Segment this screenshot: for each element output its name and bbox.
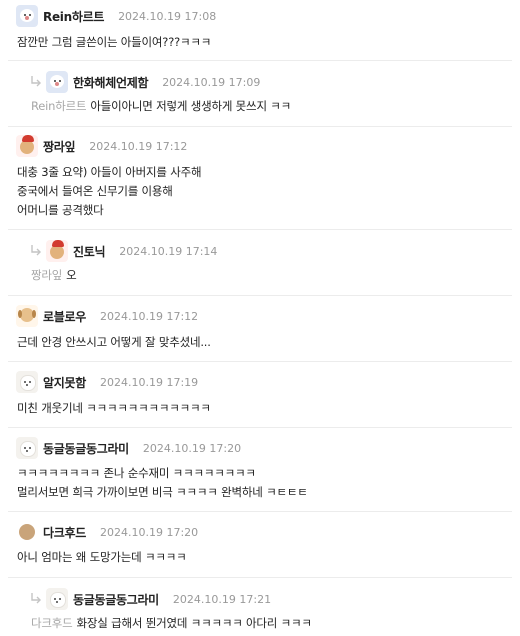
comment-body: 짱라잎 오 — [31, 266, 77, 285]
comment-header: 로블로우 2024.10.19 17:12 — [16, 304, 198, 328]
avatar-dog-icon[interactable] — [16, 437, 38, 459]
comment-line: 대충 3줄 요약) 아들이 아버지를 사주해 — [17, 165, 202, 179]
comment-date: 2024.10.19 17:12 — [99, 309, 199, 323]
comment-header: 한화해체언제함 2024.10.19 17:09 — [46, 70, 260, 94]
comment-header: Rein하르트 2024.10.19 17:08 — [16, 4, 216, 28]
comment-divider — [8, 511, 512, 512]
comment-date: 2024.10.19 17:09 — [162, 75, 261, 89]
comment-line: 중국에서 들여온 신무기를 이용해 — [17, 184, 173, 198]
avatar-puppy-icon[interactable] — [46, 240, 68, 262]
reply-arrow-icon — [31, 245, 41, 256]
comment-divider — [8, 295, 512, 296]
comment-line: 어머니를 공격했다 — [17, 203, 104, 217]
comment-date: 2024.10.19 17:08 — [118, 9, 217, 23]
comment-body: 대충 3줄 요약) 아들이 아버지를 사주해 중국에서 들여온 신무기를 이용해… — [17, 163, 202, 220]
comment-line: 아들이아니면 저렇게 생생하게 못쓰지 ㅋㅋ — [90, 99, 292, 113]
comment-date: 2024.10.19 17:12 — [89, 139, 188, 153]
avatar-dog-icon[interactable] — [46, 588, 68, 610]
comment-line: 근데 안경 안쓰시고 어떻게 잘 맞추셨네... — [17, 335, 211, 349]
comment-line: 멀리서보면 희극 가까이보면 비극 ㅋㅋㅋㅋ 완벽하네 ㅋㅌㅌㅌ — [17, 485, 308, 499]
comment-nickname[interactable]: 알지못함 — [43, 374, 86, 391]
comment-body: 다크후드 화장실 급해서 뛴거였데 ㅋㅋㅋㅋㅋ 아다리 ㅋㅋㅋ — [31, 614, 312, 633]
comment-line: ㅋㅋㅋㅋㅋㅋㅋㅋ 존나 순수재미 ㅋㅋㅋㅋㅋㅋㅋㅋ — [17, 466, 256, 480]
comment-header: 동글동글동그라미 2024.10.19 17:21 — [46, 587, 271, 611]
comment-divider — [8, 126, 512, 127]
comment-body: 미친 개웃기네 ㅋㅋㅋㅋㅋㅋㅋㅋㅋㅋㅋㅋ — [17, 399, 211, 418]
comment-date: 2024.10.19 17:21 — [172, 592, 272, 606]
avatar-puppy-icon[interactable] — [16, 305, 38, 327]
reply-arrow-icon — [31, 593, 41, 604]
comment-line: 잠깐만 그럼 글쓴이는 아들이여???ㅋㅋㅋ — [17, 35, 212, 49]
comment-date: 2024.10.19 17:20 — [142, 441, 242, 455]
comment-divider — [8, 427, 512, 428]
comment-nickname[interactable]: 한화해체언제함 — [73, 74, 148, 91]
avatar-dog-icon[interactable] — [16, 371, 38, 393]
comment-date: 2024.10.19 17:19 — [99, 375, 199, 389]
comment-body: ㅋㅋㅋㅋㅋㅋㅋㅋ 존나 순수재미 ㅋㅋㅋㅋㅋㅋㅋㅋ 멀리서보면 희극 가까이보면… — [17, 464, 308, 502]
comment-nickname[interactable]: 다크후드 — [43, 524, 86, 541]
comment-divider — [8, 60, 512, 61]
comment-divider — [8, 229, 512, 230]
comment-body: Rein하르트 아들이아니면 저렇게 생생하게 못쓰지 ㅋㅋ — [31, 97, 291, 116]
mention-tag[interactable]: 다크후드 — [31, 616, 73, 630]
comment-header: 진토닉 2024.10.19 17:14 — [46, 239, 217, 263]
comment-nickname[interactable]: 짱라잎 — [43, 138, 76, 155]
comment-nickname[interactable]: Rein하르트 — [43, 8, 104, 25]
comment-nickname[interactable]: 동글동글동그라미 — [73, 591, 159, 608]
comment-nickname[interactable]: 로블로우 — [43, 308, 86, 325]
comment-header: 동글동글동그라미 2024.10.19 17:20 — [16, 436, 241, 460]
comment-nickname[interactable]: 동글동글동그라미 — [43, 440, 129, 457]
comment-nickname[interactable]: 진토닉 — [73, 243, 106, 260]
comment-body: 잠깐만 그럼 글쓴이는 아들이여???ㅋㅋㅋ — [17, 33, 211, 52]
comment-header: 짱라잎 2024.10.19 17:12 — [16, 134, 187, 158]
comment-divider — [8, 361, 512, 362]
comment-date: 2024.10.19 17:14 — [119, 244, 218, 258]
comment-line: 화장실 급해서 뛴거였데 ㅋㅋㅋㅋㅋ 아다리 ㅋㅋㅋ — [76, 616, 312, 630]
mention-tag[interactable]: Rein하르트 — [31, 99, 87, 113]
avatar-bear-icon[interactable] — [16, 5, 38, 27]
comment-line: 아니 엄마는 왜 도망가는데 ㅋㅋㅋㅋ — [17, 550, 187, 564]
comment-header: 알지못함 2024.10.19 17:19 — [16, 370, 198, 394]
comment-date: 2024.10.19 17:20 — [99, 525, 199, 539]
comment-line: 오 — [66, 268, 77, 282]
avatar-bear-icon[interactable] — [46, 71, 68, 93]
comment-body: 아니 엄마는 왜 도망가는데 ㅋㅋㅋㅋ — [17, 548, 187, 567]
reply-arrow-icon — [31, 76, 41, 87]
comment-body: 근데 안경 안쓰시고 어떻게 잘 맞추셨네... — [17, 333, 211, 352]
avatar-ball-icon[interactable] — [16, 521, 38, 543]
comment-line: 미친 개웃기네 ㅋㅋㅋㅋㅋㅋㅋㅋㅋㅋㅋㅋ — [17, 401, 211, 415]
comment-header: 다크후드 2024.10.19 17:20 — [16, 520, 198, 544]
comment-divider — [8, 577, 512, 578]
avatar-puppy-icon[interactable] — [16, 135, 38, 157]
mention-tag[interactable]: 짱라잎 — [31, 268, 62, 282]
